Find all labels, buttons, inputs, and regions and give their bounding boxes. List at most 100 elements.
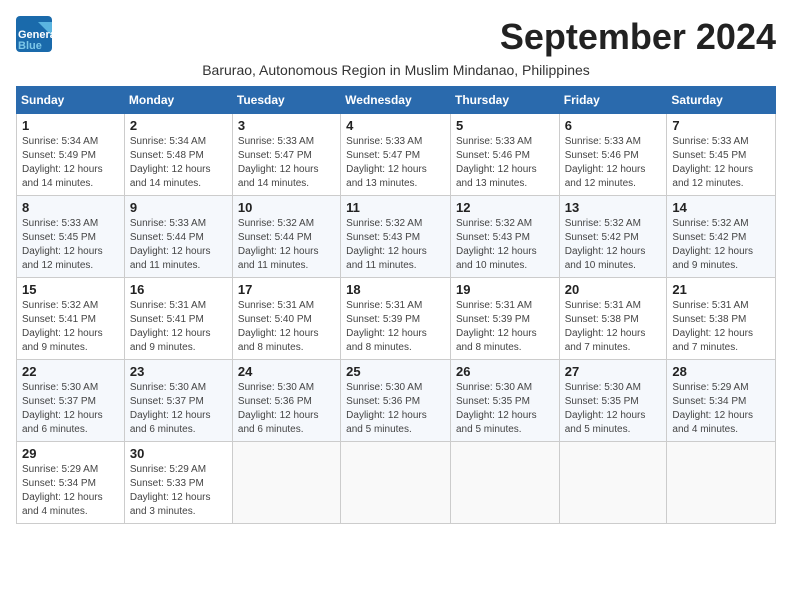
day-info: Sunrise: 5:32 AMSunset: 5:42 PMDaylight:… bbox=[672, 217, 770, 273]
day-info: Sunrise: 5:30 AMSunset: 5:36 PMDaylight:… bbox=[346, 381, 445, 437]
month-title: September 2024 bbox=[500, 16, 776, 58]
day-info: Sunrise: 5:30 AMSunset: 5:35 PMDaylight:… bbox=[565, 381, 662, 437]
calendar-cell: 29 Sunrise: 5:29 AMSunset: 5:34 PMDayligh… bbox=[17, 442, 125, 524]
day-number: 28 bbox=[672, 364, 770, 379]
day-number: 5 bbox=[456, 118, 554, 133]
day-number: 3 bbox=[238, 118, 335, 133]
day-info: Sunrise: 5:33 AMSunset: 5:45 PMDaylight:… bbox=[672, 135, 770, 191]
day-number: 12 bbox=[456, 200, 554, 215]
calendar-cell: 8Sunrise: 5:33 AMSunset: 5:45 PMDaylight… bbox=[17, 196, 125, 278]
day-info: Sunrise: 5:32 AMSunset: 5:43 PMDaylight:… bbox=[456, 217, 554, 273]
dow-header-saturday: Saturday bbox=[667, 87, 776, 114]
day-info: Sunrise: 5:30 AMSunset: 5:35 PMDaylight:… bbox=[456, 381, 554, 437]
day-info: Sunrise: 5:30 AMSunset: 5:36 PMDaylight:… bbox=[238, 381, 335, 437]
calendar-cell bbox=[450, 442, 559, 524]
day-number: 21 bbox=[672, 282, 770, 297]
calendar-cell: 16Sunrise: 5:31 AMSunset: 5:41 PMDayligh… bbox=[124, 278, 232, 360]
dow-header-sunday: Sunday bbox=[17, 87, 125, 114]
calendar-cell: 17 Sunrise: 5:31 AMSunset: 5:40 PMDayligh… bbox=[232, 278, 340, 360]
calendar-cell: 27 Sunrise: 5:30 AMSunset: 5:35 PMDayligh… bbox=[559, 360, 667, 442]
calendar-cell: 2 Sunrise: 5:34 AMSunset: 5:48 PMDaylight… bbox=[124, 114, 232, 196]
calendar-cell bbox=[341, 442, 451, 524]
day-info: Sunrise: 5:33 AMSunset: 5:46 PMDaylight:… bbox=[456, 135, 554, 191]
week-row-4: 22Sunrise: 5:30 AMSunset: 5:37 PMDayligh… bbox=[17, 360, 776, 442]
day-number: 8 bbox=[22, 200, 119, 215]
calendar-cell: 18 Sunrise: 5:31 AMSunset: 5:39 PMDayligh… bbox=[341, 278, 451, 360]
day-number: 7 bbox=[672, 118, 770, 133]
day-number: 27 bbox=[565, 364, 662, 379]
day-info: Sunrise: 5:33 AMSunset: 5:46 PMDaylight:… bbox=[565, 135, 662, 191]
calendar-cell: 1 Sunrise: 5:34 AMSunset: 5:49 PMDaylight… bbox=[17, 114, 125, 196]
subtitle: Barurao, Autonomous Region in Muslim Min… bbox=[16, 62, 776, 78]
day-number: 30 bbox=[130, 446, 227, 461]
day-info: Sunrise: 5:31 AMSunset: 5:38 PMDaylight:… bbox=[565, 299, 662, 355]
calendar-cell: 5 Sunrise: 5:33 AMSunset: 5:46 PMDaylight… bbox=[450, 114, 559, 196]
calendar-cell: 15 Sunrise: 5:32 AMSunset: 5:41 PMDayligh… bbox=[17, 278, 125, 360]
day-info: Sunrise: 5:30 AMSunset: 5:37 PMDaylight:… bbox=[130, 381, 227, 437]
week-row-1: 1 Sunrise: 5:34 AMSunset: 5:49 PMDaylight… bbox=[17, 114, 776, 196]
calendar-cell: 25 Sunrise: 5:30 AMSunset: 5:36 PMDayligh… bbox=[341, 360, 451, 442]
day-info: Sunrise: 5:31 AMSunset: 5:39 PMDaylight:… bbox=[456, 299, 554, 355]
day-number: 26 bbox=[456, 364, 554, 379]
day-info: Sunrise: 5:33 AMSunset: 5:47 PMDaylight:… bbox=[346, 135, 445, 191]
dow-header-monday: Monday bbox=[124, 87, 232, 114]
calendar-cell: 23 Sunrise: 5:30 AMSunset: 5:37 PMDayligh… bbox=[124, 360, 232, 442]
day-info: Sunrise: 5:32 AMSunset: 5:43 PMDaylight:… bbox=[346, 217, 445, 273]
day-info: Sunrise: 5:31 AMSunset: 5:38 PMDaylight:… bbox=[672, 299, 770, 355]
calendar-cell bbox=[559, 442, 667, 524]
day-info: Sunrise: 5:30 AMSunset: 5:37 PMDaylight:… bbox=[22, 381, 119, 437]
day-number: 11 bbox=[346, 200, 445, 215]
day-number: 6 bbox=[565, 118, 662, 133]
day-number: 14 bbox=[672, 200, 770, 215]
day-number: 15 bbox=[22, 282, 119, 297]
day-info: Sunrise: 5:34 AMSunset: 5:48 PMDaylight:… bbox=[130, 135, 227, 191]
calendar-cell: 9 Sunrise: 5:33 AMSunset: 5:44 PMDaylight… bbox=[124, 196, 232, 278]
day-number: 24 bbox=[238, 364, 335, 379]
day-number: 1 bbox=[22, 118, 119, 133]
calendar-cell: 28 Sunrise: 5:29 AMSunset: 5:34 PMDayligh… bbox=[667, 360, 776, 442]
calendar: SundayMondayTuesdayWednesdayThursdayFrid… bbox=[16, 86, 776, 524]
day-number: 25 bbox=[346, 364, 445, 379]
day-number: 20 bbox=[565, 282, 662, 297]
day-number: 23 bbox=[130, 364, 227, 379]
logo: General Blue bbox=[16, 16, 52, 52]
day-info: Sunrise: 5:31 AMSunset: 5:39 PMDaylight:… bbox=[346, 299, 445, 355]
calendar-cell bbox=[667, 442, 776, 524]
calendar-cell: 26 Sunrise: 5:30 AMSunset: 5:35 PMDayligh… bbox=[450, 360, 559, 442]
day-info: Sunrise: 5:29 AMSunset: 5:34 PMDaylight:… bbox=[672, 381, 770, 437]
day-number: 19 bbox=[456, 282, 554, 297]
day-info: Sunrise: 5:34 AMSunset: 5:49 PMDaylight:… bbox=[22, 135, 119, 191]
day-number: 2 bbox=[130, 118, 227, 133]
calendar-cell: 12 Sunrise: 5:32 AMSunset: 5:43 PMDayligh… bbox=[450, 196, 559, 278]
calendar-cell: 3 Sunrise: 5:33 AMSunset: 5:47 PMDaylight… bbox=[232, 114, 340, 196]
calendar-cell: 7 Sunrise: 5:33 AMSunset: 5:45 PMDaylight… bbox=[667, 114, 776, 196]
day-info: Sunrise: 5:32 AMSunset: 5:44 PMDaylight:… bbox=[238, 217, 335, 273]
calendar-cell: 10 Sunrise: 5:32 AMSunset: 5:44 PMDayligh… bbox=[232, 196, 340, 278]
day-number: 17 bbox=[238, 282, 335, 297]
day-number: 16 bbox=[130, 282, 227, 297]
day-number: 9 bbox=[130, 200, 227, 215]
week-row-3: 15 Sunrise: 5:32 AMSunset: 5:41 PMDayligh… bbox=[17, 278, 776, 360]
calendar-cell bbox=[232, 442, 340, 524]
day-number: 13 bbox=[565, 200, 662, 215]
day-info: Sunrise: 5:33 AMSunset: 5:44 PMDaylight:… bbox=[130, 217, 227, 273]
calendar-cell: 30 Sunrise: 5:29 AMSunset: 5:33 PMDayligh… bbox=[124, 442, 232, 524]
day-number: 18 bbox=[346, 282, 445, 297]
dow-header-wednesday: Wednesday bbox=[341, 87, 451, 114]
day-info: Sunrise: 5:29 AMSunset: 5:33 PMDaylight:… bbox=[130, 463, 227, 519]
day-number: 4 bbox=[346, 118, 445, 133]
svg-text:Blue: Blue bbox=[18, 40, 42, 52]
header: General Blue September 2024 bbox=[16, 16, 776, 58]
day-info: Sunrise: 5:33 AMSunset: 5:47 PMDaylight:… bbox=[238, 135, 335, 191]
calendar-cell: 13Sunrise: 5:32 AMSunset: 5:42 PMDayligh… bbox=[559, 196, 667, 278]
day-info: Sunrise: 5:31 AMSunset: 5:40 PMDaylight:… bbox=[238, 299, 335, 355]
week-row-5: 29 Sunrise: 5:29 AMSunset: 5:34 PMDayligh… bbox=[17, 442, 776, 524]
day-number: 29 bbox=[22, 446, 119, 461]
day-number: 10 bbox=[238, 200, 335, 215]
day-info: Sunrise: 5:32 AMSunset: 5:41 PMDaylight:… bbox=[22, 299, 119, 355]
dow-header-friday: Friday bbox=[559, 87, 667, 114]
week-row-2: 8Sunrise: 5:33 AMSunset: 5:45 PMDaylight… bbox=[17, 196, 776, 278]
dow-header-thursday: Thursday bbox=[450, 87, 559, 114]
day-info: Sunrise: 5:29 AMSunset: 5:34 PMDaylight:… bbox=[22, 463, 119, 519]
calendar-cell: 19 Sunrise: 5:31 AMSunset: 5:39 PMDayligh… bbox=[450, 278, 559, 360]
